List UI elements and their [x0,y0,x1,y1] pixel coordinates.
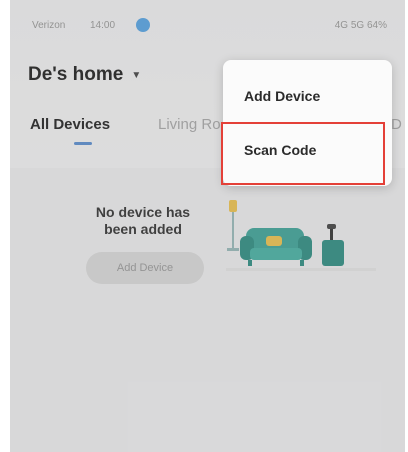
menu-item-add-device[interactable]: Add Device [223,68,392,124]
scan-code-highlight [221,122,385,185]
app-screen: Verizon 14:00 4G 5G 64% De's home ▼ All … [10,0,405,452]
